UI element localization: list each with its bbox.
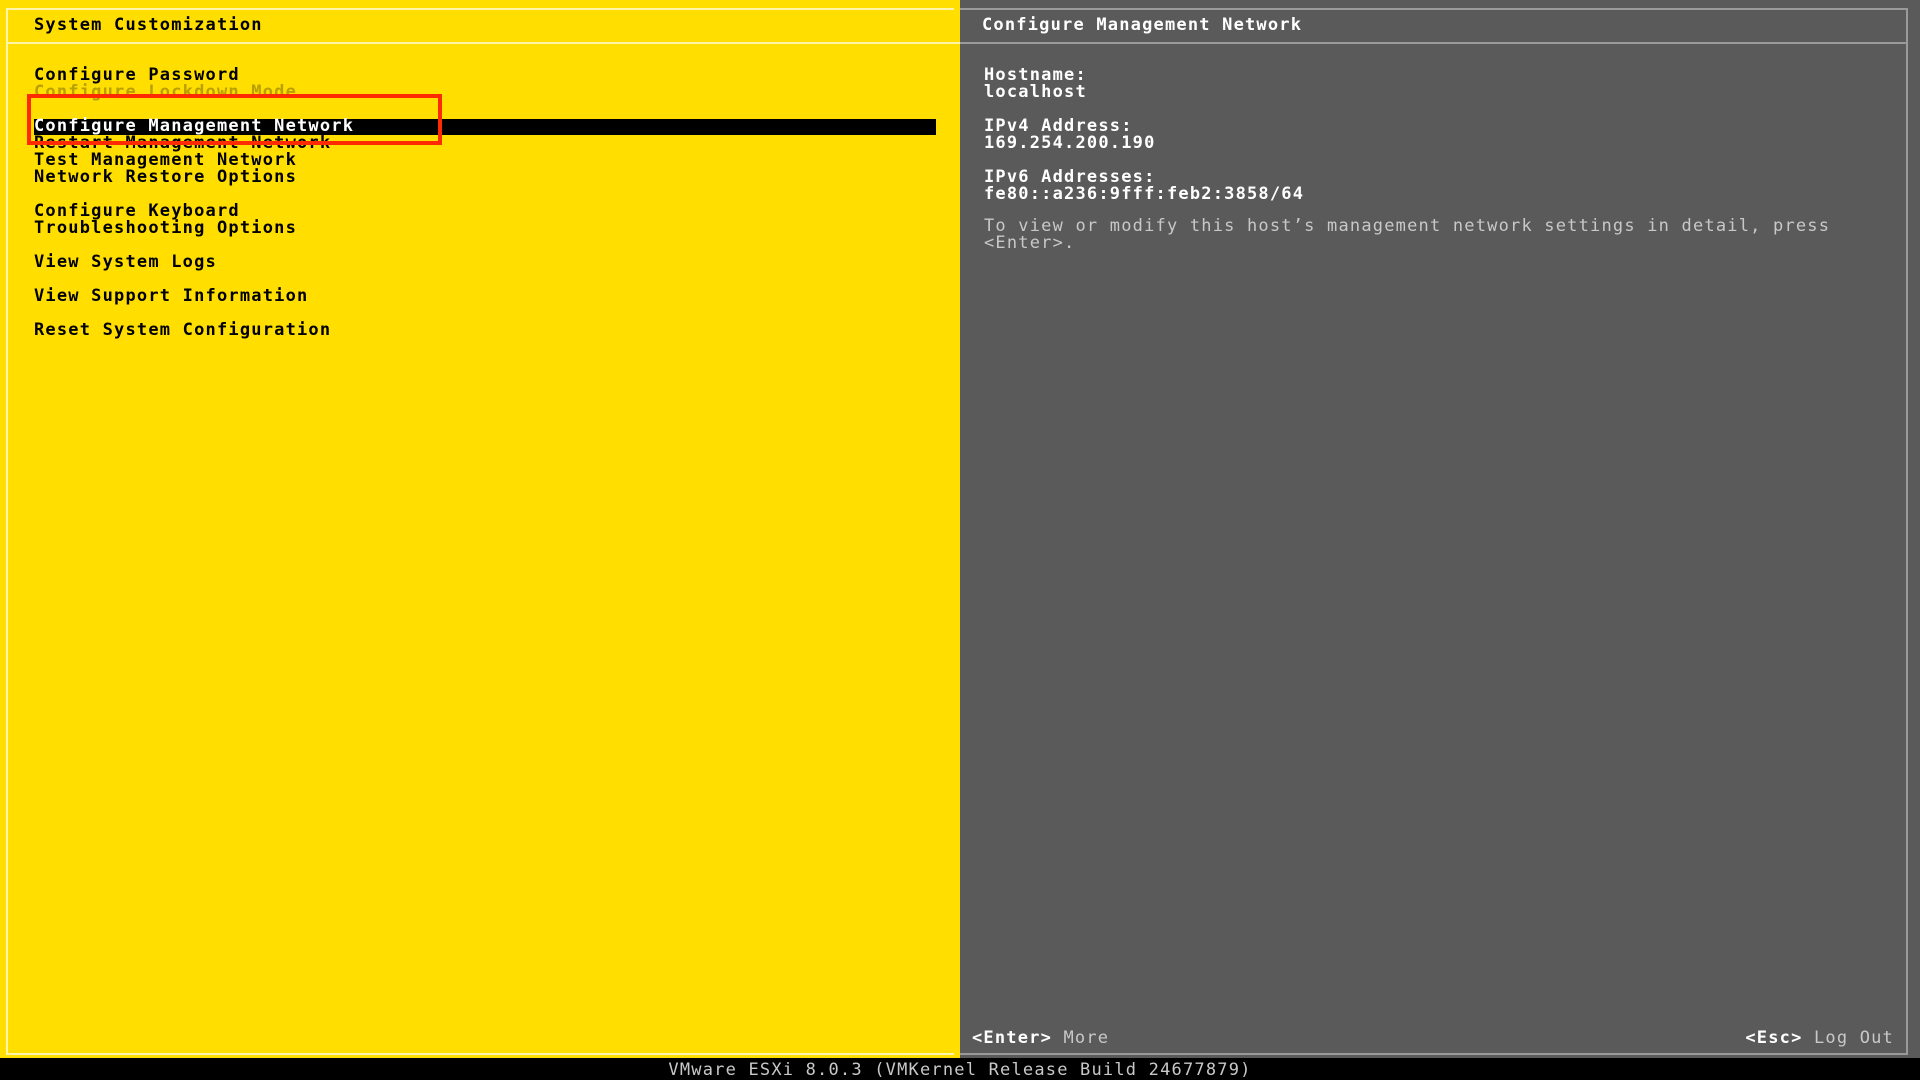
log-out-action-label: Log Out: [1813, 1028, 1894, 1048]
hostname-value: localhost: [984, 82, 1087, 102]
right-panel-frame: [960, 8, 1908, 1055]
esc-key-hint: <Esc>: [1745, 1028, 1803, 1048]
system-customization-panel: System Customization Configure Password …: [0, 0, 960, 1058]
enter-key-hint: <Enter>: [972, 1028, 1053, 1048]
footer-esc-logout[interactable]: <Esc> Log Out: [1745, 1028, 1894, 1048]
footer-enter-more[interactable]: <Enter> More: [972, 1028, 1109, 1048]
left-title-divider: [8, 42, 960, 44]
management-network-detail-panel: Configure Management Network Hostname: l…: [960, 0, 1920, 1058]
ipv4-value: 169.254.200.190: [984, 133, 1156, 153]
menu-item-view-support-information[interactable]: View Support Information: [34, 287, 308, 305]
right-panel-title: Configure Management Network: [982, 15, 1303, 35]
menu-item-configure-lockdown-mode: Configure Lockdown Mode: [34, 82, 298, 102]
dcui-screen: System Customization Configure Password …: [0, 0, 1920, 1058]
menu-item-view-system-logs[interactable]: View System Logs: [34, 253, 217, 271]
menu-item-network-restore-options[interactable]: Network Restore Options: [34, 168, 297, 186]
version-status-bar: VMware ESXi 8.0.3 (VMKernel Release Buil…: [0, 1058, 1920, 1080]
menu-item-reset-system-configuration[interactable]: Reset System Configuration: [34, 321, 331, 339]
right-title-divider: [960, 42, 1906, 44]
left-panel-title: System Customization: [34, 15, 263, 35]
more-action-label: More: [1063, 1028, 1110, 1048]
menu-item-troubleshooting-options[interactable]: Troubleshooting Options: [34, 219, 297, 237]
ipv6-value: fe80::a236:9fff:feb2:3858/64: [984, 184, 1305, 204]
management-network-hint: To view or modify this host’s management…: [984, 216, 1831, 253]
